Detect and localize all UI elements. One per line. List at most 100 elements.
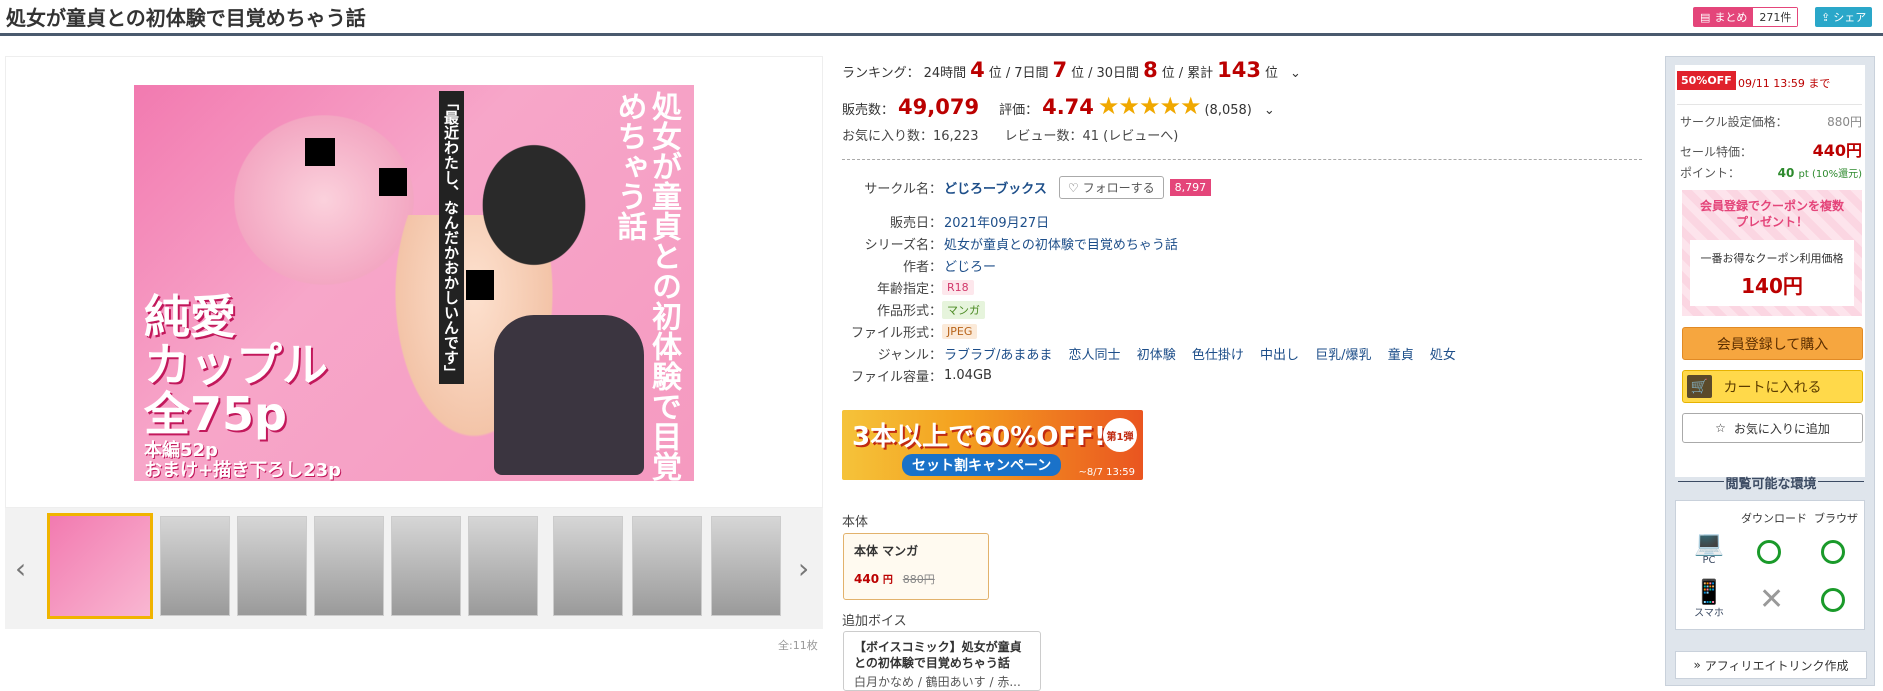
genre-link[interactable]: 色仕掛け <box>1192 348 1244 363</box>
sale-until: 09/11 13:59 まで <box>1738 77 1831 90</box>
edition-card[interactable]: 本体 マンガ 440 円 880円 <box>843 533 989 600</box>
cover-quote-text: 「最近わたし、なんだかおかしいんです」 <box>439 91 464 384</box>
image-total-count: 全:11枚 <box>778 639 818 652</box>
chevron-down-icon[interactable]: ⌄ <box>1290 66 1301 81</box>
list-price-label: サークル設定価格： <box>1680 115 1788 129</box>
ranking-separator: / <box>1178 66 1184 81</box>
bookmark-icon: ▤ <box>1700 10 1711 24</box>
list-price-row: サークル設定価格： 880円 <box>1680 113 1862 130</box>
spec-key: ジャンル： <box>877 348 942 363</box>
banner-date: ~8/7 13:59 <box>1078 467 1135 478</box>
add-to-cart-button[interactable]: 🛒 カートに入れる <box>1682 370 1863 403</box>
voice-card[interactable]: 【ボイスコミック】処女が童貞との初体験で目覚めちゃう話 白月かなめ / 鶴田あい… <box>843 631 1041 691</box>
chevron-down-icon[interactable]: ⌄ <box>1264 103 1275 118</box>
thumbnail[interactable] <box>47 513 153 619</box>
unavailable-icon: ✕ <box>1759 582 1785 617</box>
genre-link[interactable]: 中出し <box>1260 348 1299 363</box>
file-format-badge[interactable]: JPEG <box>942 324 978 339</box>
divider <box>1677 104 1862 105</box>
follow-label: フォローする <box>1082 181 1155 195</box>
sale-price-label: セール特価： <box>1680 145 1753 159</box>
thumbnail[interactable] <box>391 516 461 616</box>
sales-row: 販売数： 49,079 評価： 4.74 ★★★★★ (8,058) ⌄ <box>842 92 1275 120</box>
matome-button[interactable]: ▤ まとめ 271件 <box>1693 7 1799 27</box>
cover-image[interactable]: 処女が童貞との初体験で目覚めちゃう話 「最近わたし、なんだかおかしいんです」 純… <box>134 85 694 481</box>
thumbnail[interactable] <box>632 516 702 616</box>
spec-key: 販売日： <box>889 216 942 231</box>
affiliate-label: アフィリエイトリンク作成 <box>1704 658 1849 673</box>
register-buy-button[interactable]: 会員登録して購入 <box>1682 327 1863 360</box>
add-favorite-button[interactable]: ☆ お気に入りに追加 <box>1682 413 1863 443</box>
edition-price-old: 880円 <box>902 573 935 586</box>
cover-big-line: 純愛 カップル 全75p <box>144 290 328 441</box>
series-link[interactable]: 処女が童貞との初体験で目覚めちゃう話 <box>942 234 1178 253</box>
censor-block <box>379 168 407 196</box>
share-button[interactable]: ⇪ シェア <box>1815 7 1873 27</box>
spec-key: サークル名： <box>864 182 942 197</box>
edition-price: 440 円 880円 <box>854 571 978 587</box>
spec-key: 作者： <box>902 260 942 275</box>
header-bar: 処女が童貞との初体験で目覚めちゃう話 ▤ まとめ 271件 ⇪ シェア <box>0 0 1883 36</box>
env-download-head: ダウンロード <box>1741 512 1807 525</box>
coupon-caption: 一番お得なクーポン利用価格 <box>1700 252 1844 265</box>
page-title: 処女が童貞との初体験で目覚めちゃう話 <box>6 6 366 30</box>
ranking-day-value: 4 <box>970 58 985 82</box>
thumbnail[interactable] <box>237 516 307 616</box>
chevron-left-icon[interactable]: ‹ <box>15 552 26 585</box>
cover-art-shape <box>474 135 594 275</box>
author-link[interactable]: どじろー <box>942 256 996 275</box>
thumbnail[interactable] <box>553 516 623 616</box>
genre-link[interactable]: 童貞 <box>1388 348 1414 363</box>
ranking-total-value: 143 <box>1217 58 1261 82</box>
chevron-right-icon[interactable]: › <box>798 552 809 585</box>
share-label: シェア <box>1833 11 1867 24</box>
follow-button[interactable]: ♡ フォローする <box>1058 176 1164 199</box>
spec-row-date: 販売日： 2021年09月27日 <box>842 212 1049 231</box>
affiliate-link-button[interactable]: » アフィリエイトリンク作成 <box>1675 651 1867 679</box>
sale-price-row: セール特価： 440円 <box>1680 137 1862 161</box>
format-badge[interactable]: マンガ <box>942 300 985 319</box>
spec-row-series: シリーズ名： 処女が童貞との初体験で目覚めちゃう話 <box>842 234 1178 253</box>
ranking-unit: 位 <box>1264 66 1278 81</box>
file-size: 1.04GB <box>944 368 992 383</box>
list-price: 880円 <box>1827 115 1862 129</box>
banner-sub-text: セット割キャンペーン <box>902 454 1062 476</box>
ranking-total-label: 累計 <box>1187 66 1214 81</box>
thumbnail[interactable] <box>314 516 384 616</box>
censor-block <box>466 270 494 300</box>
thumbnail[interactable] <box>160 516 230 616</box>
env-phone: 📱 スマホ <box>1691 580 1727 619</box>
ranking-separator: / <box>1088 66 1093 81</box>
point-row: ポイント： 40 pt (10%還元) <box>1680 164 1862 181</box>
thumbnail[interactable] <box>711 516 781 616</box>
thumbnail[interactable] <box>468 516 538 616</box>
spec-row-file: ファイル形式： JPEG <box>842 322 978 341</box>
point-label: ポイント： <box>1680 166 1741 180</box>
circle-link[interactable]: どじろーブックス <box>942 178 1047 197</box>
coupon-head-text: 会員登録でクーポンを複数 プレゼント！ <box>1699 199 1844 230</box>
genre-link[interactable]: 初体験 <box>1137 348 1176 363</box>
heart-icon: ♡ <box>1067 180 1079 195</box>
campaign-banner[interactable]: 3本以上で60%OFF! セット割キャンペーン 第1弾 ~8/7 13:59 <box>842 410 1143 480</box>
sales-label: 販売数： <box>842 103 895 118</box>
coupon-box[interactable]: 会員登録でクーポンを複数 プレゼント！ 一番お得なクーポン利用価格 140円 <box>1682 190 1862 316</box>
env-browser-head: ブラウザ <box>1814 512 1858 525</box>
genre-link[interactable]: 巨乳/爆乳 <box>1315 348 1371 363</box>
coupon-head: 会員登録でクーポンを複数 プレゼント！ <box>1682 198 1862 230</box>
follow-count: 8,797 <box>1169 179 1212 196</box>
favorites-review-row[interactable]: お気に入り数：16,223 レビュー数：41 (レビューへ) <box>842 125 1178 144</box>
spec-key: ファイル容量： <box>850 370 942 385</box>
age-badge[interactable]: R18 <box>942 280 974 295</box>
matome-count: 271件 <box>1753 8 1798 26</box>
genre-link[interactable]: ラブラブ/あまあま <box>944 348 1052 363</box>
share-icon: ⇪ <box>1821 10 1831 24</box>
point-unit: pt (10%還元) <box>1798 169 1862 180</box>
genre-link[interactable]: 処女 <box>1430 348 1456 363</box>
release-date-link[interactable]: 2021年09月27日 <box>942 212 1049 231</box>
double-chevron-right-icon: » <box>1693 658 1701 672</box>
cart-icon: 🛒 <box>1687 375 1712 398</box>
genre-link[interactable]: 恋人同士 <box>1069 348 1121 363</box>
register-buy-label: 会員登録して購入 <box>1716 336 1829 353</box>
ranking-day-label: 24時間 <box>923 66 967 81</box>
sales-value: 49,079 <box>898 95 980 119</box>
